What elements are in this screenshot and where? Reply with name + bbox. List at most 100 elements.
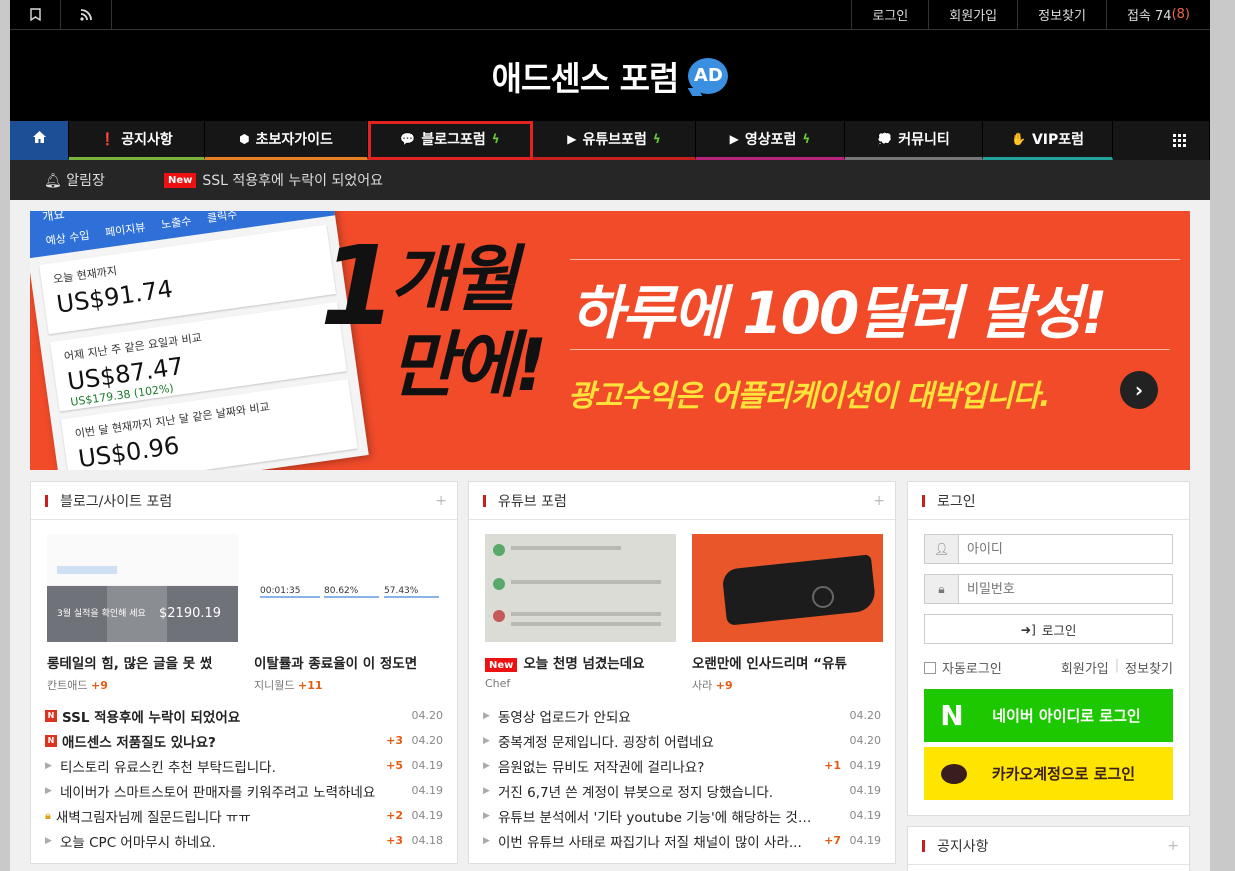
post-title[interactable]: 새벽그림자님께 질문드립니다 ㅠㅠ xyxy=(56,806,377,826)
bookmark-icon[interactable] xyxy=(10,0,61,29)
phone-tab: 예상 수입 xyxy=(44,228,91,248)
username-input[interactable] xyxy=(959,535,1172,563)
thumb-stat: 80.62% xyxy=(324,578,379,598)
naver-login-button[interactable]: N 네이버 아이디로 로그인 xyxy=(924,689,1173,742)
post-title[interactable]: 이번 유튜브 사태로 짜집기나 저질 채널이 많이 사라... xyxy=(498,831,815,851)
thumb-title[interactable]: 롱테일의 힘, 많은 글을 못 썼 xyxy=(47,652,238,672)
list-item[interactable]: N SSL 적용후에 누락이 되었어요 04.20 xyxy=(45,703,443,728)
notice-label-text: 알림장 xyxy=(66,173,105,189)
post-title[interactable]: 유튜브 분석에서 '기타 youtube 기능'에 해당하는 것이 ... xyxy=(498,806,815,826)
post-date: 04.19 xyxy=(411,784,444,797)
thumb-title[interactable]: 오랜만에 인사드리며 “유튜 xyxy=(692,652,883,672)
panel-title[interactable]: 유튜브 포럼 xyxy=(498,491,567,511)
password-input[interactable] xyxy=(959,575,1172,603)
thumb-title-row[interactable]: New 오늘 천명 넘겼는데요 xyxy=(485,652,676,672)
kakao-login-button[interactable]: 카카오계정으로 로그인 xyxy=(924,747,1173,800)
phone-screenshot: 개요 예상 수입 페이지뷰 노출수 클릭수 오늘 현재까지 US$91.74 어… xyxy=(30,211,369,470)
ad-banner[interactable]: 개요 예상 수입 페이지뷰 노출수 클릭수 오늘 현재까지 US$91.74 어… xyxy=(30,211,1190,470)
list-item[interactable]: 🔒︎ 새벽그림자님께 질문드립니다 ㅠㅠ +2 04.19 xyxy=(45,803,443,828)
site-logo-text[interactable]: 애드센스 포럼 xyxy=(492,52,680,100)
post-title[interactable]: 네이버가 스마트스토어 판매자를 키워주려고 노력하네요 xyxy=(60,781,377,801)
post-title[interactable]: SSL 적용후에 누락이 되었어요 xyxy=(62,706,377,726)
banner-divider xyxy=(570,349,1170,350)
post-title[interactable]: 거진 6,7년 쓴 계정이 뷰봇으로 정지 당했습니다. xyxy=(498,781,815,801)
auto-login-label[interactable]: 자동로그인 xyxy=(942,658,1002,677)
naver-logo-icon: N xyxy=(940,699,964,732)
post-title[interactable]: 음원없는 뮤비도 저작권에 걸리나요? xyxy=(498,756,815,776)
logo-badge[interactable]: AD xyxy=(688,57,729,94)
thumb-post[interactable]: 오랜만에 인사드리며 “유튜 사라 +9 xyxy=(692,534,883,693)
post-title[interactable]: 애드센스 저품질도 있나요? xyxy=(62,731,377,751)
thumb-title[interactable]: 이탈률과 종료율이 이 정도면 xyxy=(254,652,445,672)
notice-text[interactable]: SSL 적용후에 누락이 되었어요 xyxy=(202,170,383,190)
youtube-icon: ▶ xyxy=(567,132,577,146)
list-item[interactable]: ▶ 거진 6,7년 쓴 계정이 뷰봇으로 정지 당했습니다. 04.19 xyxy=(483,778,881,803)
rss-icon[interactable] xyxy=(61,0,112,29)
blog-forum-panel: 블로그/사이트 포럼 + 3월 실적을 확인해 세요 $2190.19 롱테일의… xyxy=(30,481,458,864)
nav-youtube-forum[interactable]: ▶ 유튜브포럼 ϟ xyxy=(533,121,696,160)
comment-count: +1 xyxy=(824,759,841,772)
list-item[interactable]: ▶ 티스토리 유료스킨 추천 부탁드립니다. +5 04.19 xyxy=(45,753,443,778)
plus-icon[interactable]: + xyxy=(1167,838,1179,854)
thumb-image: 00:01:35 80.62% 57.43% xyxy=(254,534,445,642)
list-item[interactable]: ▶ 중복계정 문제입니다. 굉장히 어렵네요 04.20 xyxy=(483,728,881,753)
post-title[interactable]: 동영상 업로드가 안되요 xyxy=(498,706,815,726)
youtube-icon: ▶ xyxy=(729,132,739,146)
page: 로그인 회원가입 정보찾기 접속 74 (8) 애드센스 포럼 AD ❗ 공지사항 … xyxy=(10,0,1210,871)
notice-label[interactable]: 🔔︎ 알림장 xyxy=(44,170,164,190)
find-info-link[interactable]: 정보찾기 xyxy=(1017,0,1106,29)
grid-menu-icon[interactable] xyxy=(1150,121,1210,160)
banner-month: 개월 만에! xyxy=(390,236,547,408)
nav-beginner-guide[interactable]: ⬢ 초보자가이드 xyxy=(205,121,368,160)
list-item[interactable]: ▶ 동영상 업로드가 안되요 04.20 xyxy=(483,703,881,728)
nav-vip-forum[interactable]: ✋ VIP포럼 xyxy=(983,121,1113,160)
bullet-icon: ▶ xyxy=(483,785,490,796)
thumb-title[interactable]: 오늘 천명 넘겼는데요 xyxy=(523,656,644,672)
cube-icon: ⬢ xyxy=(239,132,250,146)
panel-title[interactable]: 블로그/사이트 포럼 xyxy=(60,491,172,511)
notice-bar: 🔔︎ 알림장 New SSL 적용후에 누락이 되었어요 xyxy=(10,160,1210,200)
chevron-right-icon[interactable]: › xyxy=(1120,371,1158,409)
login-link[interactable]: 로그인 xyxy=(851,0,928,29)
signup-link[interactable]: 회원가입 xyxy=(928,0,1017,29)
thumb-post[interactable]: New 오늘 천명 넘겼는데요 Chef xyxy=(485,534,676,693)
new-post-icon: N xyxy=(45,734,57,747)
list-item[interactable]: N 애드센스 저품질도 있나요? +3 04.20 xyxy=(45,728,443,753)
login-panel: 로그인 👤︎ 🔒︎ ➜] 로그인 자동로그인 회원가입 | 정보찾 xyxy=(907,481,1190,816)
bullet-icon: ▶ xyxy=(45,785,52,796)
nav-label: 공지사항 xyxy=(121,132,173,148)
panel-title[interactable]: 공지사항 xyxy=(937,836,989,856)
nav-notice[interactable]: ❗ 공지사항 xyxy=(69,121,205,160)
list-item[interactable]: ▶ 유튜브 분석에서 '기타 youtube 기능'에 해당하는 것이 ... 04… xyxy=(483,803,881,828)
post-title[interactable]: 중복계정 문제입니다. 굉장히 어렵네요 xyxy=(498,731,815,751)
list-item[interactable]: ▶ 이번 유튜브 사태로 짜집기나 저질 채널이 많이 사라... +7 04.19 xyxy=(483,828,881,853)
nav-video-forum[interactable]: ▶ 영상포럼 ϟ xyxy=(696,121,845,160)
phone-tab: 노출수 xyxy=(160,214,193,232)
list-item[interactable]: ▶ 음원없는 뮤비도 저작권에 걸리나요? +1 04.19 xyxy=(483,753,881,778)
auto-login-checkbox[interactable] xyxy=(924,661,936,674)
visitors-count[interactable]: 접속 74 (8) xyxy=(1105,0,1210,29)
find-info-link[interactable]: 정보찾기 xyxy=(1125,658,1173,677)
info-icon: ❗ xyxy=(100,132,116,146)
plus-icon[interactable]: + xyxy=(435,493,447,509)
thumb-post[interactable]: 3월 실적을 확인해 세요 $2190.19 롱테일의 힘, 많은 글을 못 썼… xyxy=(47,534,238,693)
post-title[interactable]: 티스토리 유료스킨 추천 부탁드립니다. xyxy=(60,756,377,776)
list-item[interactable]: ▶ 네이버가 스마트스토어 판매자를 키워주려고 노력하네요 04.19 xyxy=(45,778,443,803)
login-button[interactable]: ➜] 로그인 xyxy=(924,614,1173,644)
plus-icon[interactable]: + xyxy=(873,493,885,509)
banner-number: 1 xyxy=(320,222,397,350)
nav-home[interactable] xyxy=(10,121,69,160)
post-title[interactable]: 오늘 CPC 어마무시 하네요. xyxy=(60,831,377,851)
thumb-meta: 지니월드 +11 xyxy=(254,677,445,693)
lock-icon: 🔒︎ xyxy=(45,808,51,822)
nav-community[interactable]: 💭 커뮤니티 xyxy=(845,121,983,160)
list-item[interactable]: ▶ 오늘 CPC 어마무시 하네요. +3 04.18 xyxy=(45,828,443,853)
signup-link[interactable]: 회원가입 xyxy=(1061,658,1109,677)
thumb-author: Chef xyxy=(485,677,511,690)
thumb-post[interactable]: 00:01:35 80.62% 57.43% 이탈률과 종료율이 이 정도면 지… xyxy=(254,534,445,693)
banner-month-line: 만에! xyxy=(390,323,547,407)
thumb-author: 지니월드 xyxy=(254,679,295,692)
chat-icon: 💬 xyxy=(400,132,416,146)
panel-mark xyxy=(922,839,925,852)
nav-blog-forum[interactable]: 💬 블로그포럼 ϟ xyxy=(368,121,533,160)
